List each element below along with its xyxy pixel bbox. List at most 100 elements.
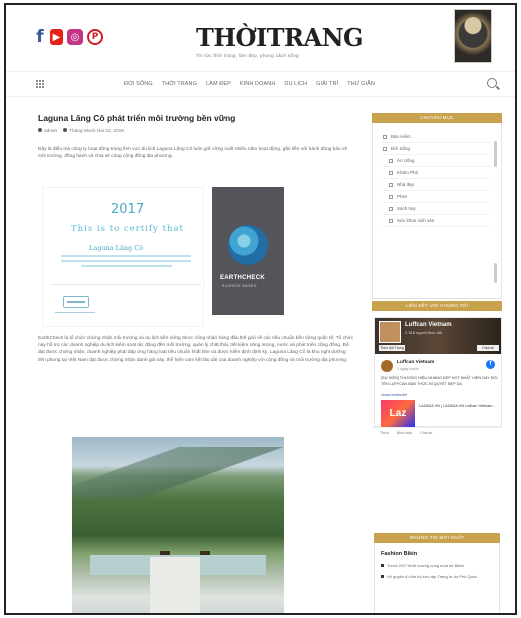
categories-heading: CHUYÊN MỤC <box>372 113 502 123</box>
certificate-seal <box>63 296 89 308</box>
article-intro: Đây là điều mà công ty hoạt động trong l… <box>38 147 348 159</box>
header-banner-image[interactable] <box>454 9 492 63</box>
grid-menu-icon[interactable] <box>36 80 45 89</box>
category-item[interactable]: Sách hay <box>383 203 491 215</box>
nav-item-lam-dep[interactable]: LÀM ĐẸP <box>206 81 231 87</box>
sidebar: CHUYÊN MỤC Bảo Hiểm Đời Sống Ăn Uống Khá… <box>372 113 502 613</box>
author-name: admin <box>44 129 58 134</box>
earthcheck-badge: EARTHCHECK SCIENCE BASED <box>212 187 284 315</box>
site-logo[interactable]: THỜITRANG Tin tức thời trang, làm đẹp, p… <box>196 23 364 58</box>
nav-item-doi-song[interactable]: ĐỜI SỐNG <box>124 81 153 87</box>
mountain-layer <box>72 447 284 497</box>
scrollbar-thumb[interactable] <box>494 141 497 167</box>
category-label: Sách hay <box>397 206 416 211</box>
scrollbar-thumb[interactable] <box>494 263 497 283</box>
checkbox-icon <box>389 158 393 163</box>
checkbox-icon <box>389 170 393 175</box>
category-label: Khám Phá <box>397 170 419 175</box>
publish-date: Tháng Mười Hai 22, 2018 <box>63 128 124 134</box>
category-label: Ăn Uống <box>397 158 415 163</box>
category-item[interactable]: Khám Phá <box>383 167 491 179</box>
main-nav: ĐỜI SỐNG THỜI TRANG LÀM ĐẸP KINH DOANH D… <box>6 71 515 97</box>
site-header: f ▶ ◎ P THỜITRANG Tin tức thời trang, là… <box>6 5 515 69</box>
nav-item-du-lich[interactable]: DU LỊCH <box>284 81 307 87</box>
social-links: f ▶ ◎ P <box>34 27 103 47</box>
lounge-chair <box>160 551 170 555</box>
category-label: Phim <box>397 194 408 199</box>
signature-line <box>55 312 95 313</box>
earthcheck-brand: EARTHCHECK <box>220 275 265 281</box>
globe-icon <box>228 225 268 265</box>
category-item[interactable]: Ăn Uống <box>383 155 491 167</box>
certificate-body-lines <box>61 255 191 270</box>
certificate-line: This is to certify that <box>71 224 184 234</box>
news-item[interactable]: Vẻ quyến rũ của bộ sưu tập Trang tự do P… <box>381 574 493 580</box>
pinterest-icon[interactable]: P <box>87 29 103 45</box>
facebook-cover[interactable]: Luffcan Vietnam 2.316 người theo dõi The… <box>375 318 501 354</box>
post-author[interactable]: Luffcan Vietnam <box>397 360 434 365</box>
post-text: [SỰ KIỆN] THƯƠNG HIỆU NHÀNG ĐẸP HOT NHẤT… <box>381 376 498 386</box>
category-item[interactable]: Nhà đẹp <box>383 179 491 191</box>
page-frame: f ▶ ◎ P THỜITRANG Tin tức thời trang, là… <box>4 3 517 615</box>
nav-item-giai-tri[interactable]: GIẢI TRÍ <box>316 81 338 87</box>
share-button[interactable]: Chia sẻ <box>477 345 499 351</box>
news-link[interactable]: Trend 2017 khởi hương cùng mùa hè Bikini <box>387 563 464 569</box>
date-text: Tháng Mười Hai 22, 2018 <box>69 129 124 134</box>
page-name[interactable]: Luffcan Vietnam <box>405 322 452 328</box>
article-body: EarthCheck là tổ chức chứng nhận môi trư… <box>38 336 354 363</box>
lounge-chair <box>200 551 210 555</box>
news-category[interactable]: Fashion Bikin <box>381 551 493 557</box>
latest-news: Fashion Bikin Trend 2017 khởi hương cùng… <box>374 543 500 613</box>
category-item[interactable]: Sức khỏe sinh sản <box>383 215 491 227</box>
nav-item-thoi-trang[interactable]: THỜI TRANG <box>162 81 197 87</box>
resort-photo[interactable] <box>72 437 284 613</box>
checkbox-icon <box>389 206 393 211</box>
category-item[interactable]: Phim <box>383 191 491 203</box>
comment-button[interactable]: Bình luận <box>397 431 412 435</box>
news-link[interactable]: Vẻ quyến rũ của bộ sưu tập Trang tự do P… <box>387 574 477 580</box>
author-link[interactable]: admin <box>38 128 57 134</box>
article-title: Laguna Lăng Cô phát triển môi trường bền… <box>38 113 236 123</box>
post-share-button[interactable]: Chia sẻ <box>420 431 432 435</box>
category-item[interactable]: Đời Sống <box>383 143 491 155</box>
like-button[interactable]: Thích <box>380 431 389 435</box>
youtube-icon[interactable]: ▶ <box>50 29 63 45</box>
walkway-layer <box>150 557 200 613</box>
post-actions: Thích Bình luận Chia sẻ <box>380 431 432 435</box>
certificate-year: 2017 <box>111 202 145 217</box>
instagram-icon[interactable]: ◎ <box>67 29 83 45</box>
checkbox-icon <box>389 194 393 199</box>
certificate-divider <box>51 284 201 285</box>
checkbox-icon <box>389 182 393 187</box>
latest-news-heading: NHỮNG TIN MỚI NHẤT <box>374 533 500 543</box>
nav-item-kinh-doanh[interactable]: KINH DOANH <box>240 81 276 87</box>
nav-item-thu-gian[interactable]: THƯ GIÃN <box>347 81 375 87</box>
post-link[interactable]: shope.ee/abcdef <box>381 393 407 397</box>
earthcheck-sub: SCIENCE BASED <box>222 284 257 288</box>
category-label: Sức khỏe sinh sản <box>397 218 435 223</box>
category-label: Nhà đẹp <box>397 182 415 187</box>
page-followers: 2.316 người theo dõi <box>405 330 443 335</box>
category-item[interactable]: Bảo Hiểm <box>383 131 491 143</box>
categories-list: Bảo Hiểm Đời Sống Ăn Uống Khám Phá Nhà đ… <box>372 123 502 299</box>
lazada-logo[interactable]: Laz <box>381 400 415 428</box>
checkbox-icon <box>389 218 393 223</box>
facebook-icon[interactable]: f <box>34 27 46 47</box>
post-avatar <box>381 360 393 372</box>
article: Laguna Lăng Cô phát triển môi trường bền… <box>38 113 356 160</box>
category-label: Bảo Hiểm <box>391 134 411 139</box>
facebook-heading: LIÊN KẾT VỚI CHÚNG TÔI <box>372 301 502 311</box>
nav-menu: ĐỜI SỐNG THỜI TRANG LÀM ĐẸP KINH DOANH D… <box>124 81 375 87</box>
post-time: 1 ngày trước <box>397 367 419 371</box>
news-item[interactable]: Trend 2017 khởi hương cùng mùa hè Bikini <box>381 563 493 569</box>
bullet-icon <box>381 574 384 578</box>
search-icon[interactable] <box>487 78 497 88</box>
logo-text: THỜITRANG <box>196 23 364 52</box>
logo-tagline: Tin tức thời trang, làm đẹp, phong cách … <box>196 53 299 58</box>
article-meta: admin Tháng Mười Hai 22, 2018 <box>38 128 356 134</box>
certificate-image: 2017 This is to certify that Laguna Lăng… <box>42 187 312 327</box>
facebook-icon: f <box>486 360 495 369</box>
follow-page-button[interactable]: Theo dõi Trang <box>379 345 405 351</box>
user-icon <box>38 128 42 132</box>
certificate-name: Laguna Lăng Cô <box>89 244 144 252</box>
